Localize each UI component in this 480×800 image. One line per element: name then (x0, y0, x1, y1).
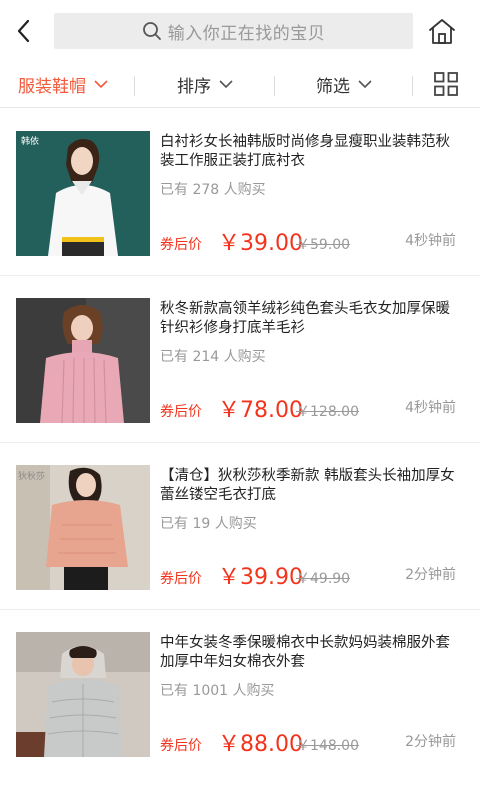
sold-count: 已有 1001 人购买 (160, 683, 275, 699)
grid-view-icon[interactable] (434, 72, 458, 96)
product-image: 狄秋莎 (16, 465, 150, 590)
product-item[interactable]: 中年女装冬季保暖棉衣中长款妈妈装棉服外套加厚中年妇女棉衣外套 已有 1001 人… (0, 610, 480, 777)
screen-filter-label: 筛选 (316, 77, 350, 97)
coupon-price: ￥39.90 (218, 565, 303, 590)
sort-filter-label: 排序 (177, 77, 211, 97)
original-price: ￥49.90 (296, 571, 351, 587)
product-title: 【清仓】狄秋莎秋季新款 韩版套头长袖加厚女蕾丝镂空毛衣打底 (160, 468, 455, 503)
search-icon (142, 22, 161, 40)
divider (134, 76, 135, 96)
sort-filter[interactable]: 排序 (177, 62, 233, 107)
product-image: 韩依 (16, 131, 150, 256)
product-title: 秋冬新款高领羊绒衫纯色套头毛衣女加厚保暖针织衫修身打底羊毛衫 (160, 301, 450, 336)
coupon-price-label: 券后价 (160, 571, 202, 587)
original-price: ￥128.00 (296, 404, 359, 420)
post-time: 2分钟前 (405, 734, 456, 750)
product-item[interactable]: 狄秋莎 【清仓】狄秋莎秋季新款 韩版套头长袖加厚女蕾丝镂空毛衣打底 已有 19 … (0, 443, 480, 610)
product-image (16, 298, 150, 423)
product-title: 白衬衫女长袖韩版时尚修身显瘦职业装韩范秋装工作服正装打底衬衣 (160, 134, 450, 169)
filter-bar: 服装鞋帽 排序 筛选 (0, 62, 480, 108)
divider (412, 76, 413, 96)
category-filter[interactable]: 服装鞋帽 (18, 62, 108, 107)
coupon-price: ￥39.00 (218, 231, 303, 256)
image-brand-tag: 韩依 (21, 135, 39, 147)
top-bar: 输入你正在找的宝贝 (0, 0, 480, 62)
post-time: 2分钟前 (405, 567, 456, 583)
search-input[interactable]: 输入你正在找的宝贝 (54, 13, 413, 49)
screen-filter[interactable]: 筛选 (316, 62, 372, 107)
back-arrow-icon (17, 19, 30, 43)
product-title: 中年女装冬季保暖棉衣中长款妈妈装棉服外套加厚中年妇女棉衣外套 (160, 635, 450, 670)
chevron-down-icon (94, 80, 108, 89)
coupon-price: ￥78.00 (218, 398, 303, 423)
search-placeholder: 输入你正在找的宝贝 (167, 23, 326, 44)
original-price: ￥148.00 (296, 738, 359, 754)
image-brand-tag: 狄秋莎 (18, 470, 45, 482)
product-list: 韩依 白衬衫女长袖韩版时尚修身显瘦职业装韩范秋装工作服正装打底衬衣 已有 278… (0, 109, 480, 777)
coupon-price-label: 券后价 (160, 404, 202, 420)
chevron-down-icon (219, 80, 233, 89)
back-button[interactable] (8, 14, 38, 48)
category-filter-label: 服装鞋帽 (18, 77, 86, 97)
divider (274, 76, 275, 96)
sold-count: 已有 278 人购买 (160, 182, 266, 198)
home-button[interactable] (426, 15, 458, 47)
post-time: 4秒钟前 (405, 400, 456, 416)
product-item[interactable]: 韩依 白衬衫女长袖韩版时尚修身显瘦职业装韩范秋装工作服正装打底衬衣 已有 278… (0, 109, 480, 276)
post-time: 4秒钟前 (405, 233, 456, 249)
sold-count: 已有 19 人购买 (160, 516, 257, 532)
coupon-price-label: 券后价 (160, 738, 202, 754)
sold-count: 已有 214 人购买 (160, 349, 266, 365)
product-item[interactable]: 秋冬新款高领羊绒衫纯色套头毛衣女加厚保暖针织衫修身打底羊毛衫 已有 214 人购… (0, 276, 480, 443)
home-icon (429, 19, 455, 44)
chevron-down-icon (358, 80, 372, 89)
original-price: ￥59.00 (296, 237, 351, 253)
coupon-price: ￥88.00 (218, 732, 303, 757)
coupon-price-label: 券后价 (160, 237, 202, 253)
product-image (16, 632, 150, 757)
